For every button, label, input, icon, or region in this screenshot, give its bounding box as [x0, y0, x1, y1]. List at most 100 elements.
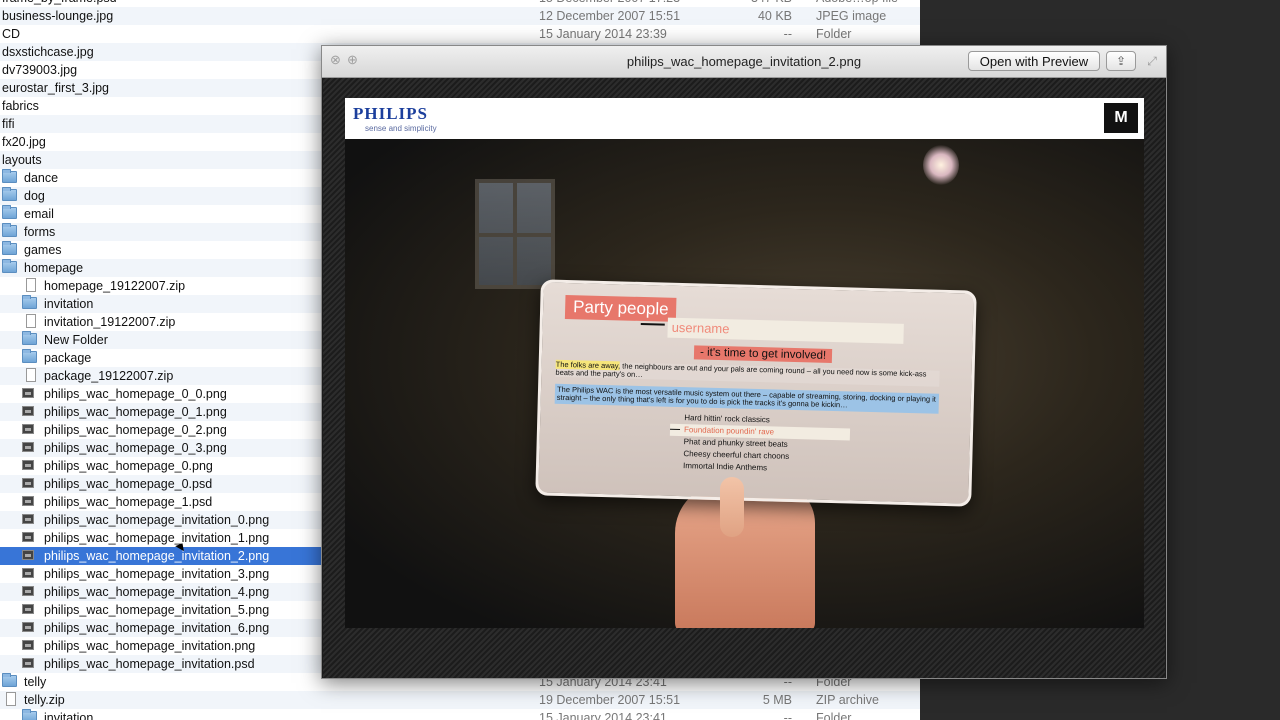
- image-file-icon: [22, 550, 34, 560]
- file-name: homepage: [24, 261, 84, 275]
- quicklook-titlebar: ⊗ ⊕ philips_wac_homepage_invitation_2.pn…: [322, 46, 1166, 78]
- party-scene: Party people username - it's time to get…: [345, 139, 1144, 628]
- file-name: CD: [2, 27, 21, 41]
- folder-icon: [22, 709, 37, 720]
- image-file-icon: [22, 640, 34, 650]
- document-icon: [6, 692, 16, 706]
- file-name: fifi: [2, 117, 15, 131]
- involved-banner: - it's time to get involved!: [693, 345, 833, 363]
- file-row[interactable]: frame_by_frame.psd 15 December 2007 17:23…: [0, 0, 920, 7]
- file-name: business-lounge.jpg: [2, 9, 114, 23]
- file-name: philips_wac_homepage_invitation.psd: [44, 657, 255, 671]
- file-name: philips_wac_homepage_invitation_6.png: [44, 621, 270, 635]
- document-icon: [26, 314, 36, 328]
- file-name: invitation: [44, 711, 94, 720]
- image-file-icon: [22, 478, 34, 488]
- file-name: philips_wac_homepage_invitation_4.png: [44, 585, 270, 599]
- document-icon: [26, 368, 36, 382]
- music-choices: Hard hittin' rock classics Foundation pou…: [669, 412, 851, 477]
- card-title: Party people: [564, 294, 677, 322]
- thumb-image: [720, 477, 744, 537]
- image-file-icon: [22, 586, 34, 596]
- image-file-icon: [22, 532, 34, 542]
- file-name: frame_by_frame.psd: [2, 0, 117, 5]
- image-file-icon: [22, 658, 34, 668]
- file-row[interactable]: business-lounge.jpg 12 December 2007 15:5…: [0, 7, 920, 25]
- file-date: 15 January 2014 23:41: [539, 711, 667, 720]
- room-window: [475, 179, 555, 289]
- file-name: dsxstichcase.jpg: [2, 45, 94, 59]
- file-name: fx20.jpg: [2, 135, 46, 149]
- image-file-icon: [22, 406, 34, 416]
- username-field: username: [667, 317, 904, 344]
- file-kind: Folder: [816, 27, 852, 41]
- arrow-icon: [670, 428, 681, 431]
- wall-lamp: [923, 145, 959, 185]
- image-file-icon: [22, 460, 34, 470]
- image-file-icon: [22, 442, 34, 452]
- image-file-icon: [22, 622, 34, 632]
- file-size: 5 MB: [762, 693, 792, 707]
- quicklook-window: ⊗ ⊕ philips_wac_homepage_invitation_2.pn…: [321, 45, 1167, 679]
- document-icon: [26, 278, 36, 292]
- mtv-logo: M: [1104, 103, 1138, 133]
- expand-icon[interactable]: ⤢: [1144, 53, 1160, 69]
- file-name: email: [24, 207, 54, 221]
- music-choice-label: Phat and phunky street beats: [683, 437, 788, 449]
- folder-icon: [2, 241, 17, 255]
- file-name: philips_wac_homepage_invitation_0.png: [44, 513, 270, 527]
- file-name: philips_wac_homepage_0_0.png: [44, 387, 227, 401]
- folder-icon: [22, 295, 37, 309]
- folder-icon: [22, 349, 37, 363]
- file-name: philips_wac_homepage_0.png: [44, 459, 213, 473]
- share-icon: ⇪: [1115, 54, 1127, 68]
- file-date: 15 December 2007 17:23: [539, 0, 680, 5]
- folder-icon: [2, 223, 17, 237]
- folder-icon: [2, 673, 17, 687]
- file-name: package_19122007.zip: [44, 369, 174, 383]
- arrow-icon: [640, 322, 665, 326]
- file-name: invitation: [44, 297, 94, 311]
- file-row[interactable]: telly.zip 19 December 2007 15:51 5 MB ZIP a…: [0, 691, 920, 709]
- file-name: dv739003.jpg: [2, 63, 78, 77]
- wac-paragraph: The Philips WAC is the most versatile mu…: [554, 383, 940, 414]
- file-row[interactable]: invitation 15 January 2014 23:41 -- Folder: [0, 709, 920, 720]
- file-kind: Adobe…op file: [816, 0, 898, 5]
- file-name: layouts: [2, 153, 42, 167]
- file-name: philips_wac_homepage_0_3.png: [44, 441, 227, 455]
- philips-logo: PHILIPS: [353, 104, 429, 123]
- folder-icon: [2, 259, 17, 273]
- file-name: New Folder: [44, 333, 108, 347]
- philips-tagline: sense and simplicity: [365, 124, 437, 133]
- file-kind: ZIP archive: [816, 693, 879, 707]
- file-name: package: [44, 351, 92, 365]
- share-button[interactable]: ⇪: [1106, 51, 1136, 71]
- music-choice-label: Immortal Indie Anthems: [682, 461, 768, 473]
- image-file-icon: [22, 568, 34, 578]
- file-name: fabrics: [2, 99, 39, 113]
- file-name: philips_wac_homepage_0.psd: [44, 477, 213, 491]
- file-name: philips_wac_homepage_invitation_2.png: [44, 549, 270, 563]
- music-choice-label: Cheesy cheerful chart choons: [683, 449, 790, 461]
- folder-icon: [2, 169, 17, 183]
- file-size: 40 KB: [757, 9, 792, 23]
- preview-area: PHILIPS sense and simplicity M Party peo…: [323, 78, 1165, 678]
- intro-paragraph: The folks are away, the neighbours are o…: [555, 359, 940, 387]
- image-file-icon: [22, 514, 34, 524]
- image-file-icon: [22, 388, 34, 398]
- file-name: philips_wac_homepage_invitation_5.png: [44, 603, 270, 617]
- file-name: dog: [24, 189, 45, 203]
- image-file-icon: [22, 496, 34, 506]
- preview-header: PHILIPS sense and simplicity M: [345, 98, 1144, 139]
- invitation-card: Party people username - it's time to get…: [535, 279, 977, 507]
- file-row[interactable]: CD 15 January 2014 23:39 -- Folder: [0, 25, 920, 43]
- open-with-preview-button[interactable]: Open with Preview: [968, 51, 1100, 71]
- image-file-icon: [22, 604, 34, 614]
- file-size: 347 KB: [740, 0, 792, 5]
- music-choice-label: Hard hittin' rock classics: [684, 413, 770, 425]
- file-name: philips_wac_homepage_invitation_1.png: [44, 531, 270, 545]
- file-name: forms: [24, 225, 56, 239]
- file-name: philips_wac_homepage_1.psd: [44, 495, 213, 509]
- file-name: philips_wac_homepage_invitation_3.png: [44, 567, 270, 581]
- file-date: 12 December 2007 15:51: [539, 9, 681, 23]
